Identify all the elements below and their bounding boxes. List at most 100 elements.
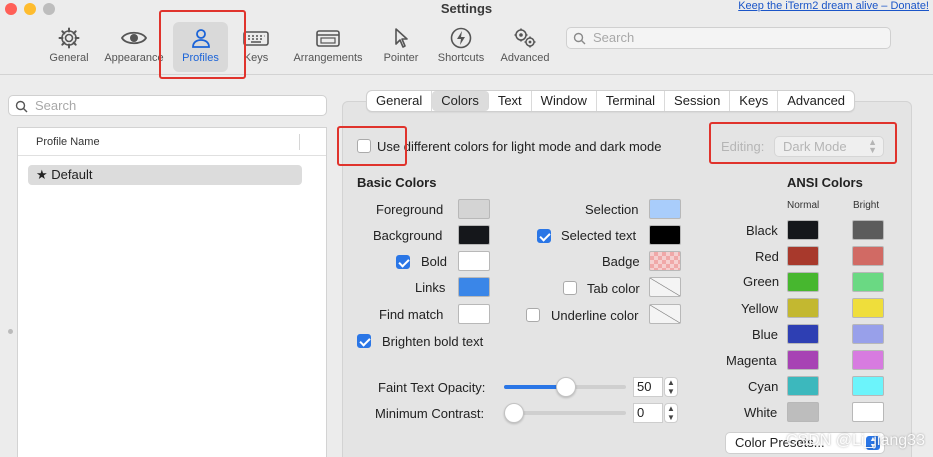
links-color-well[interactable] — [458, 277, 490, 297]
tab-window[interactable]: Window — [532, 91, 597, 111]
underline-color-label: Underline color — [551, 308, 639, 323]
toolbar-label: Profiles — [182, 52, 219, 64]
bold-checkbox[interactable] — [396, 255, 410, 269]
ansi-green-bright-well[interactable] — [852, 272, 884, 292]
selected-text-color-well[interactable] — [649, 225, 681, 245]
ansi-white-normal-well[interactable] — [787, 402, 819, 422]
search-icon — [15, 100, 28, 113]
ansi-cyan-bright-well[interactable] — [852, 376, 884, 396]
eye-icon — [120, 31, 148, 45]
ansi-blue-bright-well[interactable] — [852, 324, 884, 344]
toolbar-arrangements[interactable]: Arrangements — [289, 22, 367, 72]
ansi-label: Blue — [752, 327, 779, 342]
ansi-black-bright-well[interactable] — [852, 220, 884, 240]
min-contrast-knob[interactable] — [504, 403, 524, 423]
faint-opacity-label: Faint Text Opacity: — [378, 380, 486, 395]
brighten-bold-checkbox[interactable] — [357, 334, 371, 348]
toolbar-profiles[interactable]: Profiles — [173, 22, 228, 72]
toolbar-label: Keys — [243, 52, 269, 64]
profile-name-column: Profile Name — [36, 136, 100, 148]
min-contrast-label: Minimum Contrast: — [375, 406, 485, 421]
ansi-bright-header: Bright — [853, 200, 880, 211]
min-contrast-field[interactable]: 0 — [633, 403, 663, 423]
ansi-label: Green — [743, 274, 780, 289]
faint-opacity-knob[interactable] — [556, 377, 576, 397]
pointer-icon — [395, 28, 408, 48]
toolbar-pointer[interactable]: Pointer — [379, 22, 423, 72]
toolbar-keys[interactable]: Keys — [238, 22, 274, 72]
find-match-color-well[interactable] — [458, 304, 490, 324]
ansi-label: White — [744, 405, 778, 420]
ansi-yellow-normal-well[interactable] — [787, 298, 819, 318]
light-dark-mode-label: Use different colors for light mode and … — [377, 139, 662, 154]
foreground-color-well[interactable] — [458, 199, 490, 219]
tab-colors[interactable]: Colors — [432, 91, 489, 111]
donate-link[interactable]: Keep the iTerm2 dream alive – Donate! — [738, 0, 929, 12]
selected-text-checkbox[interactable] — [537, 229, 551, 243]
badge-color-well[interactable] — [649, 251, 681, 271]
toolbar: Settings Keep the iTerm2 dream alive – D… — [0, 0, 933, 75]
selection-label: Selection — [585, 202, 639, 217]
ansi-magenta-normal-well[interactable] — [787, 350, 819, 370]
toolbar-label: General — [49, 52, 89, 64]
toolbar-label: Shortcuts — [437, 52, 485, 64]
profile-list: Profile Name ★ Default — [17, 127, 327, 457]
ansi-colors-title: ANSI Colors — [787, 175, 863, 190]
toolbar-general[interactable]: General — [44, 22, 94, 72]
resize-handle[interactable] — [8, 329, 13, 334]
ansi-white-bright-well[interactable] — [852, 402, 884, 422]
search-icon — [573, 32, 586, 45]
window-stack-icon — [316, 30, 340, 47]
keyboard-icon — [243, 31, 269, 46]
ansi-red-normal-well[interactable] — [787, 246, 819, 266]
selected-text-label: Selected text — [561, 228, 637, 243]
tab-session[interactable]: Session — [665, 91, 731, 111]
toolbar-appearance[interactable]: Appearance — [101, 22, 167, 72]
tab-color-checkbox[interactable] — [563, 281, 577, 295]
ansi-red-bright-well[interactable] — [852, 246, 884, 266]
bold-color-well[interactable] — [458, 251, 490, 271]
tab-general[interactable]: General — [367, 91, 433, 111]
profile-tabs: General Colors Text Window Terminal Sess… — [366, 90, 856, 112]
ansi-yellow-bright-well[interactable] — [852, 298, 884, 318]
ansi-black-normal-well[interactable] — [787, 220, 819, 240]
profile-row-default[interactable]: ★ Default — [28, 165, 302, 185]
background-color-well[interactable] — [458, 225, 490, 245]
basic-colors-title: Basic Colors — [357, 175, 437, 190]
profile-name: Default — [51, 167, 93, 182]
gear-icon — [58, 27, 80, 49]
column-separator — [299, 134, 300, 150]
light-dark-mode-checkbox[interactable] — [357, 139, 371, 153]
editing-mode-select[interactable]: Dark Mode ▲ ▼ — [774, 136, 884, 157]
ansi-cyan-normal-well[interactable] — [787, 376, 819, 396]
faint-opacity-stepper[interactable]: ▲ ▼ — [664, 377, 678, 397]
toolbar-shortcuts[interactable]: Shortcuts — [432, 22, 490, 72]
ansi-magenta-bright-well[interactable] — [852, 350, 884, 370]
find-match-label: Find match — [379, 307, 444, 322]
tab-keys[interactable]: Keys — [730, 91, 779, 111]
profile-list-header[interactable]: Profile Name — [18, 128, 326, 156]
tab-text[interactable]: Text — [489, 91, 532, 111]
updown-arrows-icon: ▲ ▼ — [868, 137, 877, 155]
toolbar-label: Appearance — [104, 52, 164, 64]
foreground-label: Foreground — [376, 202, 444, 217]
star-icon: ★ — [36, 167, 48, 182]
search-placeholder: Search — [593, 30, 635, 45]
selection-color-well[interactable] — [649, 199, 681, 219]
ansi-blue-normal-well[interactable] — [787, 324, 819, 344]
search-placeholder: Search — [35, 98, 77, 113]
person-icon — [191, 29, 210, 48]
underline-color-checkbox[interactable] — [526, 308, 540, 322]
ansi-green-normal-well[interactable] — [787, 272, 819, 292]
tab-color-well[interactable] — [649, 277, 681, 297]
toolbar-advanced[interactable]: Advanced — [497, 22, 553, 72]
faint-opacity-field[interactable]: 50 — [633, 377, 663, 397]
tab-terminal[interactable]: Terminal — [597, 91, 666, 111]
settings-search-field[interactable]: Search — [566, 27, 891, 49]
ansi-normal-header: Normal — [787, 200, 820, 211]
tab-advanced[interactable]: Advanced — [778, 91, 854, 111]
profile-search-field[interactable]: Search — [8, 95, 327, 116]
min-contrast-stepper[interactable]: ▲ ▼ — [664, 403, 678, 423]
underline-color-well[interactable] — [649, 304, 681, 324]
editing-mode-value: Dark Mode — [783, 139, 847, 154]
